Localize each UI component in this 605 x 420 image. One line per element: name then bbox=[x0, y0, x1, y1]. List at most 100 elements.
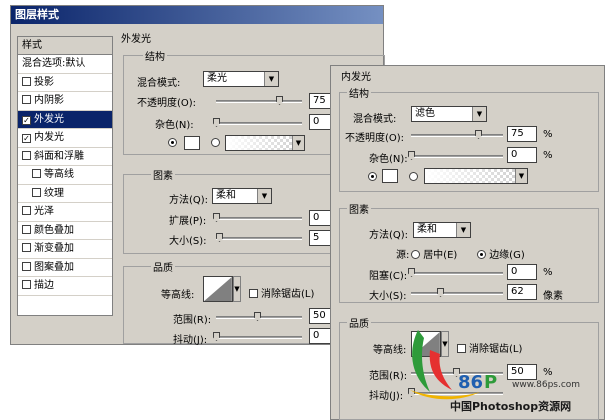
chevron-down-icon: ▼ bbox=[257, 189, 271, 203]
inner-color-radio[interactable] bbox=[368, 172, 377, 183]
outer-structure-title: 结构 bbox=[143, 48, 167, 63]
inner-noise-input[interactable]: 0 bbox=[507, 147, 537, 163]
outer-glow-title: 外发光 bbox=[121, 34, 151, 45]
style-checkbox[interactable] bbox=[22, 95, 31, 104]
inner-color-swatch[interactable] bbox=[382, 169, 398, 183]
outer-noise-label: 杂色(N): bbox=[155, 120, 194, 131]
inner-opacity-slider[interactable] bbox=[411, 130, 503, 139]
outer-color-swatch[interactable] bbox=[184, 136, 200, 150]
style-item[interactable]: ✓ 内发光 bbox=[18, 129, 112, 148]
inner-noise-label: 杂色(N): bbox=[369, 154, 408, 165]
style-checkbox[interactable] bbox=[32, 169, 41, 178]
style-list-header[interactable]: 样式 bbox=[18, 37, 112, 55]
style-item-label: 内阴影 bbox=[34, 95, 64, 106]
inner-noise-slider[interactable] bbox=[408, 151, 503, 160]
style-checkbox[interactable]: ✓ bbox=[22, 115, 31, 125]
inner-choke-unit: % bbox=[543, 267, 553, 278]
inner-blend-mode-select[interactable]: 滤色 ▼ bbox=[411, 106, 487, 122]
inner-source-edge-radio[interactable]: 边缘(G) bbox=[477, 246, 525, 261]
outer-color-radio[interactable] bbox=[168, 138, 177, 149]
style-item[interactable]: 内阴影 bbox=[18, 92, 112, 111]
svg-text:86: 86 bbox=[458, 372, 483, 393]
inner-opacity-unit: % bbox=[543, 129, 553, 140]
inner-opacity-label: 不透明度(O): bbox=[345, 133, 405, 144]
outer-contour-picker[interactable] bbox=[203, 276, 233, 302]
inner-glow-title: 内发光 bbox=[341, 72, 371, 83]
inner-quality-title: 品质 bbox=[347, 315, 371, 330]
inner-source-center-radio[interactable]: 居中(E) bbox=[411, 246, 457, 261]
inner-size-label: 大小(S): bbox=[369, 291, 407, 302]
outer-gradient-radio[interactable] bbox=[211, 138, 220, 149]
style-item[interactable]: 等高线 bbox=[18, 166, 112, 185]
style-checkbox[interactable] bbox=[22, 206, 31, 215]
style-item-label: 图案叠加 bbox=[34, 261, 74, 273]
inner-opacity-input[interactable]: 75 bbox=[507, 126, 537, 142]
outer-jitter-slider[interactable] bbox=[213, 332, 302, 341]
inner-choke-input[interactable]: 0 bbox=[507, 264, 537, 280]
inner-size-input[interactable]: 62 bbox=[507, 284, 537, 300]
style-item[interactable]: 描边 bbox=[18, 277, 112, 296]
style-checkbox[interactable] bbox=[22, 150, 31, 160]
style-item[interactable]: 斜面和浮雕 bbox=[18, 148, 112, 166]
style-checkbox[interactable] bbox=[22, 224, 31, 234]
inner-source-center-label: 居中(E) bbox=[423, 250, 458, 261]
outer-method-value: 柔和 bbox=[216, 190, 236, 201]
layer-style-dialog: 图层样式 样式 混合选项:默认 投影 内阴影 ✓ 外发光 ✓ 内发光 斜面和浮雕 等高线 纹理光… bbox=[10, 5, 385, 346]
style-item[interactable]: 颜色叠加 bbox=[18, 222, 112, 240]
outer-range-label: 范围(R): bbox=[173, 315, 212, 326]
style-item[interactable]: 投影 bbox=[18, 74, 112, 92]
blend-options-item[interactable]: 混合选项:默认 bbox=[18, 55, 112, 74]
outer-spread-label: 扩展(P): bbox=[169, 216, 207, 227]
outer-size-slider[interactable] bbox=[216, 233, 302, 242]
style-item-label: 内发光 bbox=[34, 132, 64, 143]
outer-blend-mode-label: 混合模式: bbox=[137, 78, 181, 89]
outer-range-slider[interactable] bbox=[216, 312, 302, 321]
inner-source-edge-label: 边缘(G) bbox=[489, 250, 525, 261]
inner-method-select[interactable]: 柔和 ▼ bbox=[413, 222, 471, 238]
outer-opacity-label: 不透明度(O): bbox=[137, 98, 197, 109]
style-item-label: 描边 bbox=[34, 280, 54, 291]
style-item-label: 渐变叠加 bbox=[34, 243, 74, 254]
chevron-down-icon[interactable]: ▼ bbox=[233, 276, 241, 302]
inner-gradient-radio[interactable] bbox=[409, 172, 418, 183]
outer-method-select[interactable]: 柔和 ▼ bbox=[212, 188, 272, 204]
style-item[interactable]: 渐变叠加 bbox=[18, 240, 112, 259]
style-checkbox[interactable] bbox=[22, 76, 31, 86]
style-item[interactable]: 图案叠加 bbox=[18, 259, 112, 277]
chevron-down-icon: ▼ bbox=[456, 223, 470, 237]
inner-choke-label: 阻塞(C): bbox=[369, 271, 408, 282]
inner-choke-slider[interactable] bbox=[408, 268, 503, 277]
svg-text:P: P bbox=[484, 372, 497, 393]
inner-elements-title: 图素 bbox=[347, 201, 371, 216]
outer-quality-title: 品质 bbox=[151, 259, 175, 274]
inner-gradient-picker[interactable]: ▼ bbox=[424, 168, 528, 184]
style-checkbox[interactable] bbox=[22, 280, 31, 289]
style-item-label: 等高线 bbox=[44, 169, 74, 180]
style-item[interactable]: 光泽 bbox=[18, 203, 112, 222]
outer-opacity-slider[interactable] bbox=[216, 96, 302, 105]
inner-range-unit: % bbox=[543, 367, 553, 378]
style-checkbox[interactable]: ✓ bbox=[22, 134, 31, 143]
chevron-down-icon: ▼ bbox=[515, 169, 527, 183]
style-item-label: 投影 bbox=[34, 76, 54, 88]
style-item-label: 外发光 bbox=[34, 113, 64, 125]
style-checkbox[interactable] bbox=[22, 261, 31, 271]
inner-blend-mode-value: 滤色 bbox=[415, 108, 435, 119]
inner-size-slider[interactable] bbox=[411, 288, 503, 297]
watermark-site: www.86ps.com bbox=[512, 380, 581, 390]
outer-contour-label: 等高线: bbox=[161, 290, 195, 301]
outer-spread-slider[interactable] bbox=[213, 213, 302, 222]
style-item[interactable]: ✓ 外发光 bbox=[18, 110, 112, 129]
outer-gradient-picker[interactable]: ▼ bbox=[225, 135, 305, 151]
style-checkbox[interactable] bbox=[22, 243, 31, 252]
outer-noise-slider[interactable] bbox=[213, 118, 302, 127]
style-checkbox[interactable] bbox=[32, 187, 41, 197]
outer-antialias-checkbox[interactable]: 消除锯齿(L) bbox=[249, 285, 314, 300]
outer-blend-mode-select[interactable]: 柔光 ▼ bbox=[203, 71, 279, 87]
inner-source-label: 源: bbox=[396, 250, 410, 261]
outer-antialias-label: 消除锯齿(L) bbox=[261, 289, 315, 300]
style-item[interactable]: 纹理 bbox=[18, 185, 112, 203]
dialog-title: 图层样式 bbox=[11, 6, 383, 24]
inner-blend-mode-label: 混合模式: bbox=[353, 114, 397, 125]
outer-jitter-label: 抖动(J): bbox=[173, 335, 208, 346]
